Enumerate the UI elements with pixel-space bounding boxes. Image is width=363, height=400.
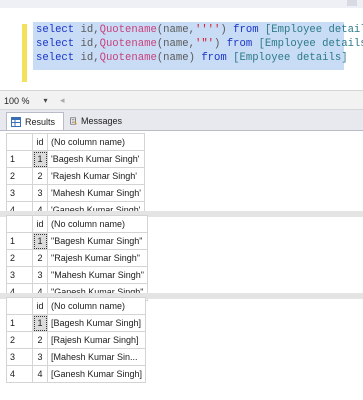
row-number[interactable]: 2 — [6, 249, 33, 267]
result-grid-2[interactable]: id (No column name) 1 1 "Bagesh Kumar Si… — [6, 215, 148, 301]
table-row[interactable]: 1 1 'Bagesh Kumar Singh' — [6, 150, 145, 168]
window-control-icon[interactable] — [347, 0, 357, 6]
keyword-select: select — [36, 24, 75, 36]
cell-id[interactable]: 3 — [32, 348, 48, 366]
table-row[interactable]: 3 3 'Mahesh Kumar Singh' — [6, 184, 145, 202]
column-header-id[interactable]: id — [32, 133, 48, 151]
table-name: [Employee details] — [264, 24, 363, 36]
column-header-name[interactable]: (No column name) — [47, 133, 145, 151]
grid-header-row: id (No column name) — [6, 297, 147, 315]
table-row[interactable]: 2 2 'Rajesh Kumar Singh' — [6, 167, 145, 185]
code-cols: id, — [74, 52, 100, 64]
function-quotename: Quotename — [99, 24, 157, 36]
table-row[interactable]: 1 1 [Bagesh Kumar Singh] — [6, 314, 147, 332]
table-row[interactable]: 4 4 [Ganesh Kumar Singh] — [6, 365, 147, 383]
results-pane: id (No column name) 1 1 'Bagesh Kumar Si… — [0, 131, 363, 400]
cell-id[interactable]: 1 — [32, 232, 48, 250]
zoom-value: 100 % — [4, 95, 30, 106]
tab-results-label: Results — [25, 116, 56, 127]
tab-messages[interactable]: Messages — [66, 112, 128, 130]
row-number[interactable]: 1 — [6, 232, 33, 250]
cell-name[interactable]: [Rajesh Kumar Singh] — [46, 331, 147, 349]
cell-name[interactable]: 'Mahesh Kumar Singh' — [47, 184, 145, 202]
code-cols: id, — [74, 38, 100, 50]
cell-name[interactable]: [Bagesh Kumar Singh] — [46, 314, 147, 332]
cell-name[interactable]: [Mahesh Kumar Sin... — [46, 348, 147, 366]
zoom-bar: 100 % ▾ ◂ — [0, 90, 363, 110]
code-line-1[interactable]: select id,Quotename(name,'''') from [Emp… — [36, 24, 363, 36]
column-header-id[interactable]: id — [32, 215, 48, 233]
row-number[interactable]: 3 — [6, 184, 33, 202]
cell-id[interactable]: 3 — [32, 266, 48, 284]
string-literal: '"' — [194, 38, 215, 50]
cell-id[interactable]: 4 — [32, 365, 48, 383]
keyword-select: select — [36, 38, 75, 50]
row-number[interactable]: 3 — [6, 348, 33, 366]
keyword-from: from — [226, 24, 265, 36]
result-grid-1[interactable]: id (No column name) 1 1 'Bagesh Kumar Si… — [6, 133, 145, 219]
row-number[interactable]: 1 — [6, 150, 33, 168]
cell-id[interactable]: 3 — [32, 184, 48, 202]
cell-id[interactable]: 1 — [32, 314, 48, 332]
cell-id[interactable]: 1 — [32, 150, 48, 168]
column-header-name[interactable]: (No column name) — [47, 215, 148, 233]
results-tabbar: Results Messages — [0, 110, 363, 131]
change-marker — [22, 24, 27, 82]
code-line-2[interactable]: select id,Quotename(name,'"') from [Empl… — [36, 38, 363, 50]
table-row[interactable]: 2 2 [Rajesh Kumar Singh] — [6, 331, 147, 349]
title-strip — [0, 0, 363, 8]
cell-name[interactable]: "Mahesh Kumar Singh" — [47, 266, 148, 284]
row-header-corner[interactable] — [6, 133, 33, 151]
column-header-id[interactable]: id — [32, 297, 48, 315]
keyword-from: from — [220, 38, 259, 50]
query-editor[interactable]: select id,Quotename(name,'''') from [Emp… — [0, 8, 363, 90]
tab-results[interactable]: Results — [6, 112, 64, 130]
table-row[interactable]: 2 2 "Rajesh Kumar Singh" — [6, 249, 148, 267]
code-line-3[interactable]: select id,Quotename(name) from [Employee… — [36, 52, 348, 64]
cell-id[interactable]: 2 — [32, 249, 48, 267]
code-open: (name, — [156, 38, 195, 50]
code-cols: id, — [74, 24, 100, 36]
row-number[interactable]: 4 — [6, 365, 33, 383]
keyword-select: select — [36, 52, 75, 64]
table-name: [Employee details] — [233, 52, 348, 64]
code-open: (name, — [156, 24, 195, 36]
zoom-select[interactable]: 100 % ▾ — [4, 94, 48, 107]
table-row[interactable]: 3 3 [Mahesh Kumar Sin... — [6, 348, 147, 366]
function-quotename: Quotename — [99, 38, 157, 50]
grid-header-row: id (No column name) — [6, 133, 145, 151]
row-number[interactable]: 2 — [6, 331, 33, 349]
row-header-corner[interactable] — [6, 215, 33, 233]
function-quotename: Quotename — [99, 52, 157, 64]
messages-icon — [70, 117, 77, 125]
cell-name[interactable]: 'Rajesh Kumar Singh' — [47, 167, 145, 185]
cell-id[interactable]: 2 — [32, 167, 48, 185]
cell-name[interactable]: "Bagesh Kumar Singh" — [47, 232, 148, 250]
code-open: (name) — [156, 52, 195, 64]
keyword-from: from — [194, 52, 234, 64]
cell-name[interactable]: [Ganesh Kumar Singh] — [46, 365, 147, 383]
row-number[interactable]: 3 — [6, 266, 33, 284]
grid-icon — [11, 116, 21, 127]
string-literal: '''' — [194, 24, 221, 36]
table-name: [Employee details] — [258, 38, 363, 50]
row-number[interactable]: 2 — [6, 167, 33, 185]
table-row[interactable]: 3 3 "Mahesh Kumar Singh" — [6, 266, 148, 284]
grid-header-row: id (No column name) — [6, 215, 148, 233]
cell-name[interactable]: 'Bagesh Kumar Singh' — [47, 150, 145, 168]
cell-name[interactable]: "Rajesh Kumar Singh" — [47, 249, 148, 267]
table-row[interactable]: 1 1 "Bagesh Kumar Singh" — [6, 232, 148, 250]
cell-id[interactable]: 2 — [32, 331, 48, 349]
result-grid-3[interactable]: id (No column name) 1 1 [Bagesh Kumar Si… — [6, 297, 147, 383]
row-header-corner[interactable] — [6, 297, 33, 315]
scroll-left-icon[interactable]: ◂ — [60, 95, 65, 106]
tab-messages-label: Messages — [80, 116, 122, 126]
row-number[interactable]: 1 — [6, 314, 33, 332]
column-header-name[interactable]: (No column name) — [46, 297, 147, 315]
chevron-down-icon[interactable]: ▾ — [44, 96, 48, 105]
